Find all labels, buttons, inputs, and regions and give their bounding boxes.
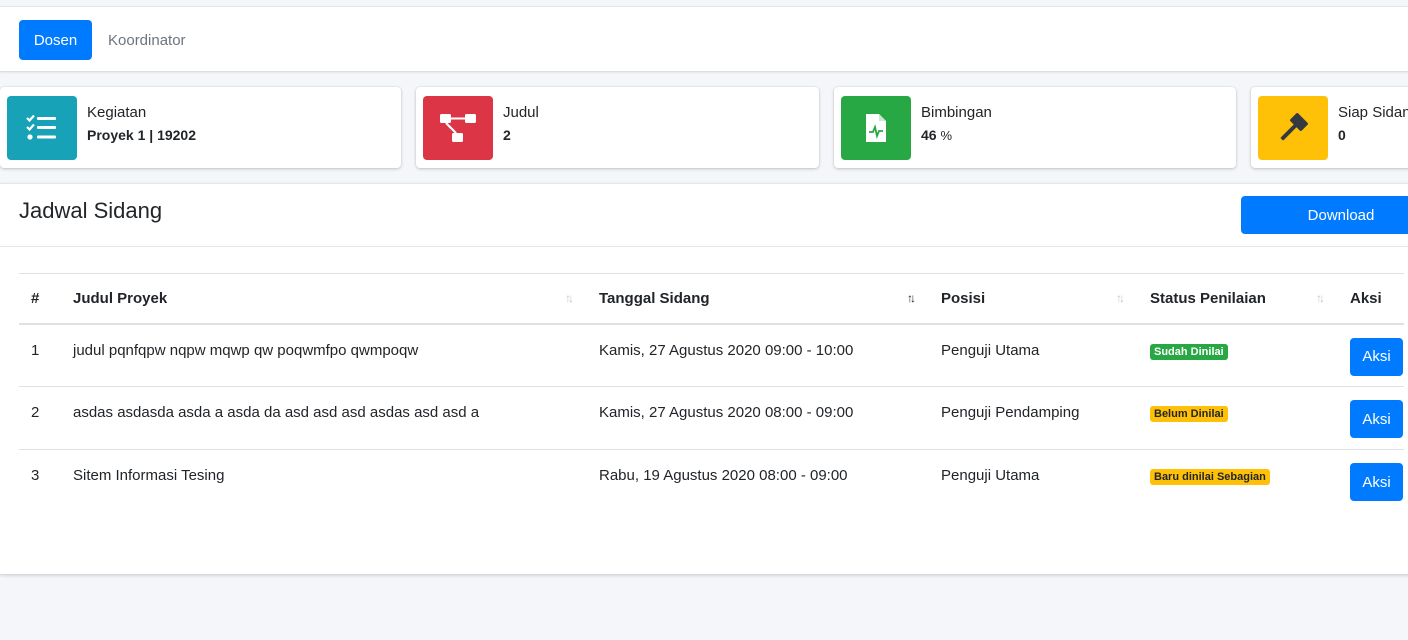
table-header-row: # Judul Proyek ↑↓ Tanggal Sidang ↑↓ Posisi… xyxy=(19,273,1404,325)
cell-posisi: Penguji Utama xyxy=(925,323,1134,387)
cell-posisi: Penguji Utama xyxy=(941,467,1040,484)
project-diagram-icon xyxy=(423,96,493,160)
sort-icon[interactable]: ↑↓ xyxy=(1316,291,1325,305)
info-value: 0 xyxy=(1338,127,1346,143)
tab-dosen[interactable]: Dosen xyxy=(19,20,92,60)
role-tabs: Dosen Koordinator xyxy=(0,6,1408,72)
cell-number: 3 xyxy=(31,467,40,484)
info-box-siap-sidang: Siap Sidang 0 xyxy=(1251,87,1408,168)
header-aksi: Aksi xyxy=(1334,273,1404,325)
header-label: Posisi xyxy=(941,289,986,307)
header-label: Status Penilaian xyxy=(1150,289,1266,307)
info-value: 2 xyxy=(503,127,511,143)
status-badge: Sudah Dinilai xyxy=(1150,343,1228,360)
info-box-bimbingan: Bimbingan 46 % xyxy=(834,87,1236,168)
cell-number: 1 xyxy=(19,323,57,387)
status-badge: Baru dinilai Sebagian xyxy=(1150,469,1270,485)
gavel-icon xyxy=(1258,96,1328,160)
aksi-button[interactable]: Aksi xyxy=(1350,463,1403,501)
cell-aksi: Aksi xyxy=(1334,386,1404,450)
header-status[interactable]: Status Penilaian ↑↓ xyxy=(1134,273,1334,325)
cell-judul: Sitem Informasi Tesing xyxy=(73,467,225,484)
info-value: 46 xyxy=(921,127,937,143)
header-label: Judul Proyek xyxy=(73,289,168,307)
header-label: Tanggal Sidang xyxy=(599,289,710,307)
cell-posisi: Penguji Pendamping xyxy=(925,386,1134,450)
table-row: 2 asdas asdasda asda a asda da asd asd a… xyxy=(19,386,1404,450)
sort-icon[interactable]: ↑↓ xyxy=(565,291,574,305)
info-label: Siap Sidang xyxy=(1338,104,1408,121)
tab-koordinator[interactable]: Koordinator xyxy=(108,20,186,60)
sort-desc-icon[interactable]: ↑↓ xyxy=(907,291,916,305)
card-title: Jadwal Sidang xyxy=(19,198,163,223)
cell-aksi: Aksi xyxy=(1334,450,1404,513)
info-box-judul: Judul 2 xyxy=(416,87,819,168)
cell-number: 2 xyxy=(19,386,57,450)
cell-status: Sudah Dinilai xyxy=(1134,323,1334,387)
checklist-icon xyxy=(7,96,77,160)
status-badge: Belum Dinilai xyxy=(1150,406,1228,422)
info-label: Bimbingan xyxy=(921,104,992,121)
cell-aksi: Aksi xyxy=(1334,323,1404,387)
info-label: Kegiatan xyxy=(87,104,147,121)
header-posisi[interactable]: Posisi ↑↓ xyxy=(925,273,1134,325)
table-row: 3 Sitem Informasi Tesing Rabu, 19 Agustu… xyxy=(19,450,1404,513)
cell-judul: asdas asdasda asda a asda da asd asd asd… xyxy=(57,386,583,450)
card-header: Jadwal Sidang Download xyxy=(0,184,1408,247)
cell-judul: judul pqnfqpw nqpw mqwp qw poqwmfpo qwmp… xyxy=(57,323,583,387)
cell-tanggal: Rabu, 19 Agustus 2020 08:00 - 09:00 xyxy=(599,467,848,484)
header-number: # xyxy=(19,273,57,325)
info-value: Proyek 1 | 19202 xyxy=(87,127,196,143)
cell-status: Belum Dinilai xyxy=(1134,386,1334,450)
aksi-button[interactable]: Aksi xyxy=(1350,337,1403,376)
info-unit: % xyxy=(940,128,953,143)
table-row: 1 judul pqnfqpw nqpw mqwp qw poqwmfpo qw… xyxy=(19,323,1404,387)
download-button[interactable]: Download xyxy=(1241,196,1408,234)
info-label: Judul xyxy=(503,104,539,121)
aksi-button[interactable]: Aksi xyxy=(1350,400,1403,438)
header-tanggal[interactable]: Tanggal Sidang ↑↓ xyxy=(583,273,925,325)
jadwal-table: # Judul Proyek ↑↓ Tanggal Sidang ↑↓ Posisi… xyxy=(19,273,1404,513)
cell-tanggal: Kamis, 27 Agustus 2020 09:00 - 10:00 xyxy=(583,323,925,387)
cell-status: Baru dinilai Sebagian xyxy=(1134,450,1334,513)
info-value-wrap: 46 % xyxy=(921,127,992,143)
header-judul[interactable]: Judul Proyek ↑↓ xyxy=(57,273,583,325)
sort-icon[interactable]: ↑↓ xyxy=(1116,291,1125,305)
jadwal-sidang-card: Jadwal Sidang Download # Judul Proyek ↑↓ … xyxy=(0,183,1408,575)
info-box-kegiatan: Kegiatan Proyek 1 | 19202 xyxy=(0,87,401,168)
file-medical-icon xyxy=(841,96,911,160)
cell-tanggal: Kamis, 27 Agustus 2020 08:00 - 09:00 xyxy=(583,386,925,450)
